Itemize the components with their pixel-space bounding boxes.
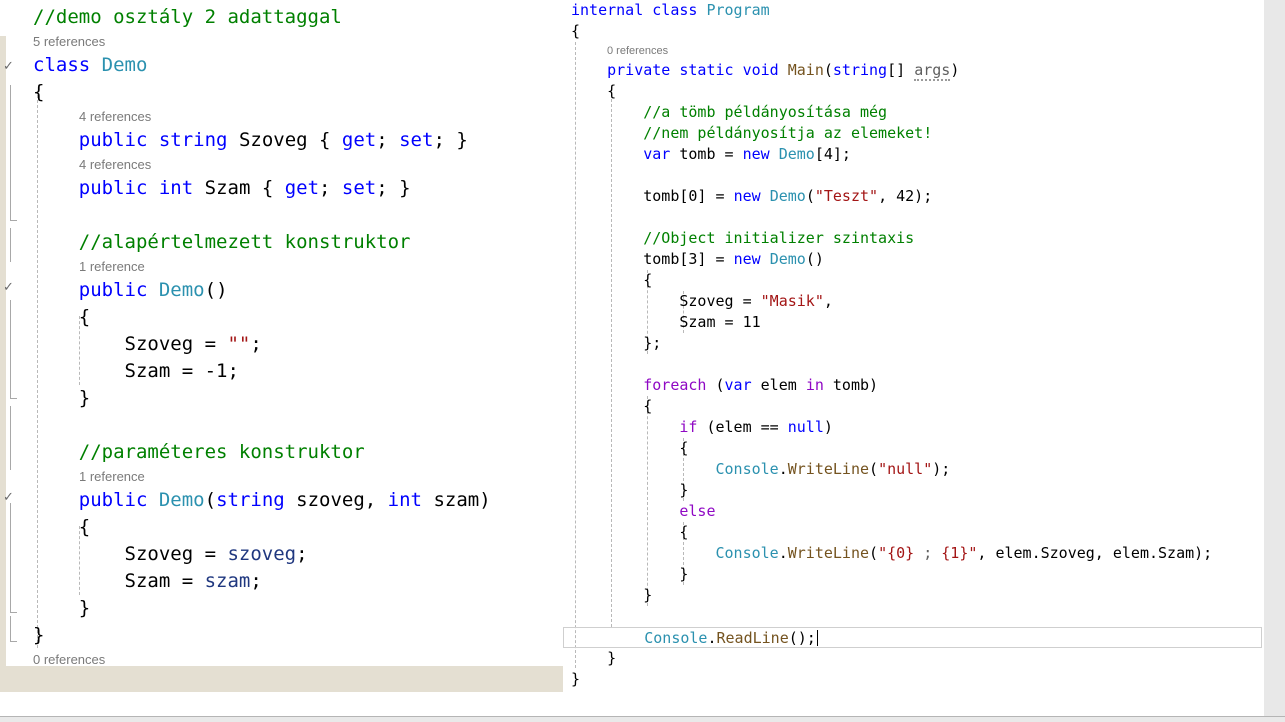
code-line[interactable]: { [0, 79, 563, 106]
code-line[interactable]: } [0, 385, 563, 412]
blank-line [563, 354, 1264, 375]
code-line[interactable]: } [0, 595, 563, 622]
code-line[interactable]: Szam = -1; [0, 358, 563, 385]
blank-line [0, 412, 563, 439]
bottom-bar [0, 716, 1285, 722]
code-line[interactable]: } [0, 622, 563, 649]
text-cursor [817, 630, 819, 646]
code-line[interactable]: } [563, 564, 1264, 585]
codelens-reference-link[interactable]: 1 reference [0, 466, 563, 487]
code-line[interactable]: { [563, 21, 1264, 42]
code-line[interactable]: //a tömb példányosítása még [563, 102, 1264, 123]
code-line[interactable]: } [563, 648, 1264, 669]
code-line[interactable]: internal class Program [563, 0, 1264, 21]
blank-line [0, 202, 563, 229]
code-line[interactable]: class Demo [0, 52, 563, 79]
right-editor-pane[interactable]: internal class Program{0 references priv… [563, 0, 1264, 690]
code-line[interactable]: } [563, 480, 1264, 501]
code-line[interactable]: Console.WriteLine("null"); [563, 459, 1264, 480]
code-line[interactable]: } [563, 669, 1264, 690]
codelens-reference-link[interactable]: 0 references [0, 649, 563, 670]
code-line[interactable]: { [563, 81, 1264, 102]
vertical-scrollbar[interactable] [1264, 0, 1285, 716]
code-line[interactable]: //alapértelmezett konstruktor [0, 229, 563, 256]
code-line[interactable]: Console.WriteLine("{0} ; {1}", elem.Szov… [563, 543, 1264, 564]
code-line[interactable]: foreach (var elem in tomb) [563, 375, 1264, 396]
codelens-reference-link[interactable]: 5 references [0, 31, 563, 52]
code-line[interactable]: tomb[3] = new Demo() [563, 249, 1264, 270]
code-line[interactable]: Szam = szam; [0, 568, 563, 595]
code-line[interactable]: private static void Main(string[] args) [563, 60, 1264, 81]
code-line[interactable]: Szoveg = szoveg; [0, 541, 563, 568]
code-line[interactable]: { [563, 270, 1264, 291]
code-line[interactable]: //nem példányosítja az elemeket! [563, 123, 1264, 144]
code-line[interactable]: public string Szoveg { get; set; } [0, 127, 563, 154]
code-line[interactable]: public int Szam { get; set; } [0, 175, 563, 202]
code-line[interactable]: { [563, 396, 1264, 417]
code-line[interactable]: Console.ReadLine(); [563, 627, 1262, 648]
codelens-reference-link[interactable]: 4 references [0, 154, 563, 175]
code-line[interactable]: { [0, 514, 563, 541]
left-editor-pane[interactable]: //demo osztály 2 adattaggal5 referencesc… [0, 4, 563, 670]
code-line[interactable]: else [563, 501, 1264, 522]
code-line[interactable]: tomb[0] = new Demo("Teszt", 42); [563, 186, 1264, 207]
code-line[interactable]: var tomb = new Demo[4]; [563, 144, 1264, 165]
code-line[interactable]: Szoveg = "Masik", [563, 291, 1264, 312]
code-line[interactable]: { [563, 522, 1264, 543]
code-line[interactable]: } [563, 585, 1264, 606]
blank-line [563, 606, 1264, 627]
code-line[interactable]: Szam = 11 [563, 312, 1264, 333]
code-line[interactable]: //Object initializer szintaxis [563, 228, 1264, 249]
blank-line [563, 207, 1264, 228]
code-line[interactable]: //demo osztály 2 adattaggal [0, 4, 563, 31]
blank-line [563, 165, 1264, 186]
code-line[interactable]: public Demo(string szoveg, int szam) [0, 487, 563, 514]
codelens-reference-link[interactable]: 4 references [0, 106, 563, 127]
code-line[interactable]: if (elem == null) [563, 417, 1264, 438]
codelens-reference-link[interactable]: 1 reference [0, 256, 563, 277]
code-line[interactable]: //paraméteres konstruktor [0, 439, 563, 466]
code-line[interactable]: { [0, 304, 563, 331]
code-line[interactable]: public Demo() [0, 277, 563, 304]
code-line[interactable]: Szoveg = ""; [0, 331, 563, 358]
codelens-reference-link[interactable]: 0 references [563, 42, 1264, 60]
code-line[interactable]: }; [563, 333, 1264, 354]
code-line[interactable]: { [563, 438, 1264, 459]
